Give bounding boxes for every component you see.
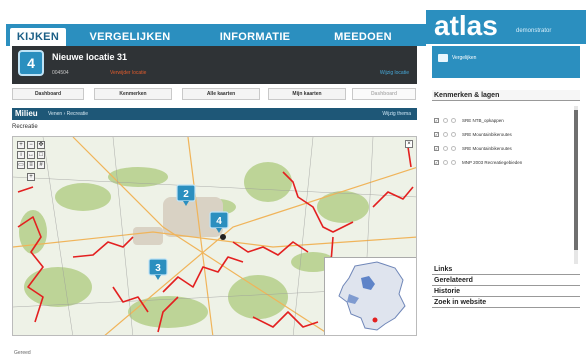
svg-text:4: 4	[216, 216, 222, 227]
layer-info-icon[interactable]	[443, 118, 448, 123]
layer-info-icon[interactable]	[443, 146, 448, 151]
tab-meedoen[interactable]: MEEDOEN	[326, 28, 400, 46]
brand-subtitle: demonstrator	[516, 28, 552, 34]
main-nav: KIJKEN VERGELIJKEN INFORMATIE MEEDOEN	[6, 24, 426, 46]
layer-item[interactable]: ✓ SRE NTB_opkappen	[432, 116, 572, 126]
layers-icon[interactable]: ≡	[27, 161, 35, 169]
location-code: 004504	[52, 70, 69, 76]
sidebar: Vergelijken Kenmerken & lagen ✓ SRE NTB_…	[426, 46, 586, 362]
map-view[interactable]: 2 4 3 + − ✥ i ↔ □ ▭ ≡ # + ×	[12, 136, 417, 336]
layer-checkbox[interactable]: ✓	[434, 132, 439, 137]
layer-label: MNP 2003 Recreatiegebieden	[462, 160, 523, 165]
sidebar-link-gerelateerd[interactable]: Gerelateerd	[432, 275, 580, 286]
measure-icon[interactable]: ↔	[27, 151, 35, 159]
layer-checkbox[interactable]: ✓	[434, 146, 439, 151]
layer-settings-icon[interactable]	[451, 146, 456, 151]
change-theme-link[interactable]: Wijzig thema	[382, 111, 411, 117]
location-header: 4 Nieuwe locatie 31 004504 Verwijder loc…	[12, 46, 417, 84]
layer-checkbox[interactable]: ✓	[434, 118, 439, 123]
tab-vergelijken[interactable]: VERGELIJKEN	[82, 28, 178, 46]
breadcrumb-item-1[interactable]: Venen	[48, 111, 62, 117]
top-bar: KIJKEN VERGELIJKEN INFORMATIE MEEDOEN at…	[0, 0, 586, 46]
layer-label: SRE Mountainbikeroutes	[462, 146, 512, 151]
layer-item[interactable]: ✓ SRE Mountainbikeroutes	[432, 144, 572, 154]
layer-label: SRE Mountainbikeroutes	[462, 132, 512, 137]
info-icon[interactable]: i	[17, 151, 25, 159]
layer-settings-icon[interactable]	[451, 132, 456, 137]
breadcrumb-item-2[interactable]: Recreatie	[67, 111, 88, 117]
layer-settings-icon[interactable]	[451, 118, 456, 123]
section-bar: Milieu Venen › Recreatie Wijzig thema	[12, 108, 417, 120]
minimap-canvas	[325, 258, 416, 335]
sub-tabs: Dashboard Kenmerken Alle kaarten Mijn ka…	[12, 88, 417, 100]
subtab-kenmerken[interactable]: Kenmerken	[94, 88, 172, 100]
layer-item[interactable]: ✓ MNP 2003 Recreatiegebieden	[432, 158, 572, 168]
zoom-in-icon[interactable]: +	[17, 141, 25, 149]
tab-informatie[interactable]: INFORMATIE	[212, 28, 298, 46]
subtab-alle-kaarten[interactable]: Alle kaarten	[182, 88, 260, 100]
edit-location-link[interactable]: Wijzig locatie	[380, 70, 409, 76]
status-text: Gereed	[14, 350, 31, 356]
sidebar-link-links[interactable]: Links	[432, 264, 580, 275]
map-caption: Recreatie	[12, 124, 38, 130]
layer-info-icon[interactable]	[443, 132, 448, 137]
pan-icon[interactable]: ✥	[37, 141, 45, 149]
scrollbar-thumb[interactable]	[574, 110, 578, 250]
compare-icon	[438, 54, 448, 62]
layer-settings-icon[interactable]	[451, 160, 456, 165]
close-icon[interactable]: ×	[405, 140, 413, 148]
remove-location-link[interactable]: Verwijder locatie	[110, 70, 146, 76]
subtab-mijn-kaarten[interactable]: Mijn kaarten	[268, 88, 346, 100]
tab-kijken[interactable]: KIJKEN	[10, 28, 66, 46]
sidebar-link-historie[interactable]: Historie	[432, 286, 580, 297]
compare-panel[interactable]: Vergelijken	[432, 46, 580, 78]
grid-icon[interactable]: #	[37, 161, 45, 169]
layers-panel-title: Kenmerken & lagen	[432, 90, 580, 101]
location-title: Nieuwe locatie 31	[52, 52, 128, 62]
layer-info-icon[interactable]	[443, 160, 448, 165]
svg-text:3: 3	[155, 263, 161, 274]
overview-minimap[interactable]	[324, 257, 416, 335]
compare-label: Vergelijken	[452, 55, 477, 61]
location-number-badge: 4	[18, 50, 44, 76]
brand: atlas demonstrator	[426, 10, 586, 44]
section-title: Milieu	[15, 109, 38, 118]
layer-item[interactable]: ✓ SRE Mountainbikeroutes	[432, 130, 572, 140]
svg-text:2: 2	[183, 189, 189, 200]
subtab-dashboard[interactable]: Dashboard	[12, 88, 84, 100]
brand-logo: atlas	[434, 10, 498, 41]
zoom-out-icon[interactable]: −	[27, 141, 35, 149]
subtab-dashboard-disabled: Dashboard	[352, 88, 416, 100]
sidebar-link-zoek[interactable]: Zoek in website	[432, 297, 580, 308]
select-icon[interactable]: □	[37, 151, 45, 159]
layer-label: SRE NTB_opkappen	[462, 118, 504, 123]
crosshair-icon[interactable]: +	[27, 173, 35, 181]
layer-checkbox[interactable]: ✓	[434, 160, 439, 165]
breadcrumb: Venen › Recreatie	[48, 111, 89, 117]
print-icon[interactable]: ▭	[17, 161, 25, 169]
